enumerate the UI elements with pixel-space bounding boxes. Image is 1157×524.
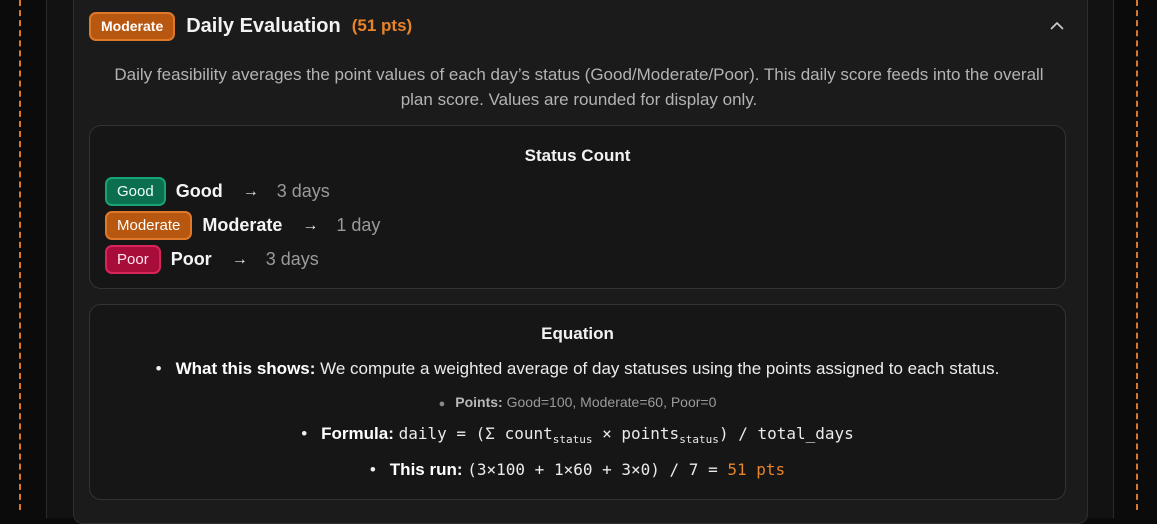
status-days: 1 day <box>336 215 381 235</box>
formula-label: Formula: <box>321 424 394 443</box>
poor-status-badge: Poor <box>105 245 161 274</box>
points-label: Points: <box>455 394 503 410</box>
formula-item: • Formula: daily = (Σ countstatus × point… <box>90 424 1065 446</box>
bullet-icon: ● <box>438 398 446 410</box>
right-dashed-border <box>1136 0 1138 510</box>
left-dashed-border <box>19 0 21 510</box>
arrow-right-icon: → <box>242 182 259 200</box>
bullet-icon: • <box>155 359 162 378</box>
run-result: 51 pts <box>727 460 786 479</box>
arrow-right-icon: → <box>231 250 248 268</box>
status-count-box: Status Count Good Good → 3 days Moderate… <box>89 125 1066 289</box>
status-name: Poor <box>170 249 212 269</box>
section-description: Daily feasibility averages the point val… <box>114 65 1044 109</box>
arrow-right-icon: → <box>302 216 319 234</box>
equation-box: Equation • What this shows: We compute a … <box>89 304 1066 500</box>
points-item: ● Points: Good=100, Moderate=60, Poor=0 <box>90 394 1065 410</box>
equation-title: Equation <box>541 324 614 343</box>
points-text: Good=100, Moderate=60, Poor=0 <box>506 394 717 410</box>
what-text: We compute a weighted average of day sta… <box>320 359 1000 378</box>
status-days: 3 days <box>276 181 330 201</box>
status-name: Good <box>175 181 223 201</box>
status-row-good: Good Good → 3 days <box>105 177 330 206</box>
run-label: This run: <box>389 460 463 479</box>
status-row-moderate: Moderate Moderate → 1 day <box>105 211 380 240</box>
good-status-badge: Good <box>105 177 166 206</box>
chevron-up-icon[interactable] <box>1046 14 1068 36</box>
bullet-icon: • <box>369 460 376 479</box>
section-points: (51 pts) <box>351 16 413 35</box>
moderate-status-badge: Moderate <box>105 211 193 240</box>
formula-code: daily = (Σ countstatus × pointsstatus) /… <box>398 424 854 447</box>
status-days: 3 days <box>265 249 319 269</box>
run-expression: (3×100 + 1×60 + 3×0) / 7 = 51 pts <box>467 460 786 479</box>
status-row-poor: Poor Poor → 3 days <box>105 245 319 274</box>
section-header[interactable]: Moderate Daily Evaluation (51 pts) <box>89 11 412 41</box>
status-count-title: Status Count <box>524 146 631 165</box>
bullet-icon: • <box>301 424 308 443</box>
what-label: What this shows: <box>175 359 316 378</box>
section-title: Daily Evaluation <box>186 14 341 37</box>
this-run-item: • This run: (3×100 + 1×60 + 3×0) / 7 = 51… <box>90 460 1065 480</box>
what-this-shows-item: • What this shows: We compute a weighted … <box>90 359 1065 379</box>
status-name: Moderate <box>202 215 283 235</box>
moderate-status-badge: Moderate <box>89 11 176 41</box>
